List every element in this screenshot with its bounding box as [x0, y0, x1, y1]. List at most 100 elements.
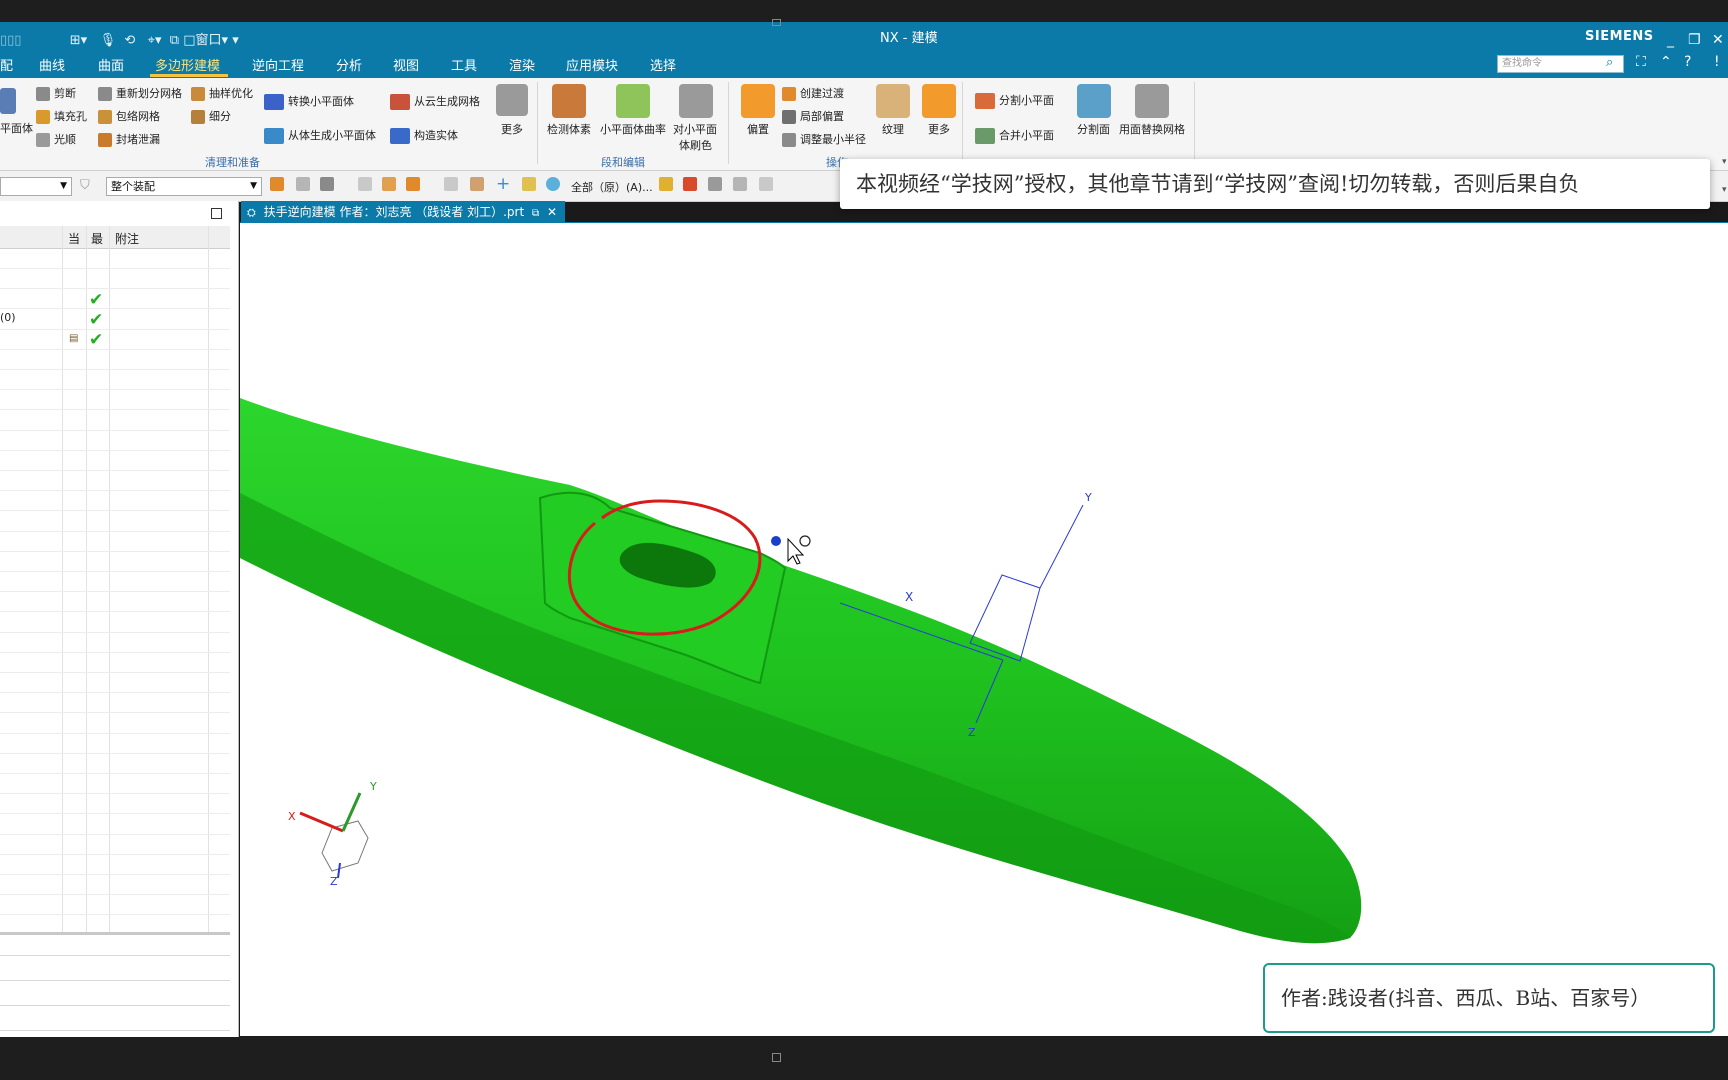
snap-icon[interactable]: ⌖▾: [148, 33, 162, 48]
ribbon-fill-hole[interactable]: 填充孔: [36, 108, 87, 124]
detach-tab-icon[interactable]: ⧉: [532, 208, 539, 219]
fill-hole-label: 填充孔: [54, 110, 87, 123]
select-body-icon[interactable]: [270, 177, 284, 191]
tab-view[interactable]: 视图: [393, 55, 419, 74]
alert-icon[interactable]: !: [1714, 54, 1720, 70]
ribbon-facet-from-body[interactable]: 从体生成小平面体: [264, 127, 376, 144]
snap-dot-empty: [799, 535, 811, 547]
document-tab[interactable]: ⛭ 扶手逆向建模 作者：刘志亮 （践设者 刘工）.prt ⧉ ✕: [241, 201, 565, 223]
csys-y-label: Y: [1084, 491, 1092, 504]
graphics-viewport[interactable]: Y X Z X Y Z: [240, 223, 1728, 1036]
select-region-icon[interactable]: [406, 177, 420, 191]
tab-reverse-engineering[interactable]: 逆向工程: [252, 55, 304, 74]
ribbon-sample-optimize[interactable]: 抽样优化: [191, 85, 253, 101]
subdivide-label: 细分: [209, 110, 231, 123]
close-tab-icon[interactable]: ✕: [547, 205, 557, 219]
tab-curve[interactable]: 曲线: [39, 55, 65, 74]
close-button[interactable]: ✕: [1712, 32, 1724, 48]
ribbon-facet-paint[interactable]: 对小平面: [673, 121, 717, 137]
snap-mesh-icon[interactable]: [733, 177, 747, 191]
snap-edge-icon[interactable]: [683, 177, 697, 191]
ribbon-more-1[interactable]: 更多: [501, 121, 523, 137]
tab-render[interactable]: 渲染: [509, 55, 535, 74]
scope-select[interactable]: 整个装配 ▼: [106, 177, 262, 196]
copy-window-icon[interactable]: ⧉: [170, 33, 179, 48]
ribbon-offset[interactable]: 偏置: [747, 121, 769, 137]
tab-select[interactable]: 选择: [650, 55, 676, 74]
ribbon-smooth[interactable]: 光顺: [36, 131, 76, 147]
snap-extra-icon[interactable]: [759, 177, 773, 191]
minimize-button[interactable]: _: [1667, 32, 1674, 48]
snap-cursor-icon[interactable]: [659, 177, 673, 191]
ribbon-overflow-icon[interactable]: ▾: [1722, 157, 1727, 167]
angle-icon[interactable]: [522, 177, 536, 191]
box-select-icon[interactable]: [444, 177, 458, 191]
filter-icon[interactable]: ⛉: [80, 178, 90, 193]
ribbon-split-facet[interactable]: 分割小平面: [975, 92, 1054, 109]
tab-application[interactable]: 应用模块: [566, 55, 618, 74]
column-latest[interactable]: 最: [91, 230, 103, 247]
maximize-panel-icon[interactable]: [211, 208, 222, 219]
ribbon-subdivide[interactable]: 细分: [191, 108, 231, 124]
ribbon-facet-curvature[interactable]: 小平面体曲率: [600, 121, 666, 137]
select-feature-icon[interactable]: [296, 177, 310, 191]
customize-icon[interactable]: ▾: [232, 33, 239, 48]
search-icon[interactable]: ⌕: [1606, 55, 1613, 70]
ribbon-trim[interactable]: 剪断: [36, 85, 76, 101]
selection-filter-icon[interactable]: [320, 177, 334, 191]
selection-scope-text[interactable]: 全部（原）(A)...: [571, 179, 653, 195]
fullscreen-icon[interactable]: ⛶: [1636, 54, 1646, 70]
snap-point-icon[interactable]: [358, 177, 372, 191]
cube-select-icon[interactable]: [470, 177, 484, 191]
column-divider: [86, 226, 87, 932]
snap-grid-icon[interactable]: [708, 177, 722, 191]
active-tab-indicator: [150, 74, 228, 77]
ribbon-detect-voxel[interactable]: 检测体素: [547, 121, 591, 137]
circle-select-icon[interactable]: [546, 177, 560, 191]
split-facet-label: 分割小平面: [999, 94, 1054, 107]
quick-access-toolbar[interactable]: ▯▯▯ ⊞▾ 🎙 ⟲ ⌖▾ ⧉ □窗口▾ ▾: [0, 29, 239, 48]
ribbon-seal-leak[interactable]: 封堵泄漏: [98, 131, 160, 147]
ribbon-convert-facet[interactable]: 转换小平面体: [264, 93, 354, 110]
ribbon-replace-mesh[interactable]: 用面替换网格: [1119, 121, 1185, 137]
panel-splitter[interactable]: [0, 932, 230, 935]
sync-icon[interactable]: ⟲: [124, 33, 135, 48]
column-current[interactable]: 当: [68, 230, 80, 247]
microphone-icon[interactable]: 🎙: [100, 33, 117, 48]
resize-handle-icon[interactable]: [772, 1053, 781, 1062]
help-icon[interactable]: ?: [1684, 54, 1691, 70]
command-search-input[interactable]: 查找命令: [1497, 55, 1624, 73]
ribbon-merge-facet[interactable]: 合并小平面: [975, 127, 1054, 144]
select-face-icon[interactable]: [382, 177, 396, 191]
ribbon-facet-paint-line2: 体刷色: [679, 139, 712, 152]
add-point-icon[interactable]: +: [496, 174, 510, 194]
handle-mesh-model[interactable]: [240, 398, 1362, 944]
navigator-row-line: [0, 510, 230, 511]
tab-polygon-modeling[interactable]: 多边形建模: [155, 55, 220, 74]
ribbon-split-face[interactable]: 分割面: [1077, 121, 1110, 137]
type-filter-select[interactable]: ▼: [0, 177, 72, 196]
tab-assembly[interactable]: 配: [0, 55, 13, 74]
ribbon-adjust-radius[interactable]: 调整最小半径: [782, 131, 866, 147]
ribbon-construct-solid[interactable]: 构造实体: [390, 127, 458, 144]
toolbar-overflow-icon[interactable]: ▾: [1722, 185, 1727, 195]
collapse-ribbon-icon[interactable]: ⌃: [1660, 54, 1672, 70]
tab-analysis[interactable]: 分析: [336, 55, 362, 74]
tab-tools[interactable]: 工具: [451, 55, 477, 74]
ribbon-facet-body[interactable]: 平面体: [0, 120, 33, 136]
ribbon-wrap-mesh[interactable]: 包络网格: [98, 108, 160, 124]
viewport-canvas[interactable]: Y X Z X Y Z: [240, 223, 1728, 1036]
ribbon-local-offset[interactable]: 局部偏置: [782, 108, 844, 124]
ribbon-remesh[interactable]: 重新划分网格: [98, 85, 182, 101]
ribbon-more-2[interactable]: 更多: [928, 121, 950, 137]
ribbon-separator: [1194, 82, 1195, 164]
ribbon-mesh-from-cloud[interactable]: 从云生成网格: [390, 93, 480, 110]
ribbon-create-blend[interactable]: 创建过渡: [782, 85, 844, 101]
restore-button[interactable]: ❐: [1688, 32, 1701, 48]
navigator-row-line: [0, 430, 230, 431]
ribbon-texture[interactable]: 纹理: [882, 121, 904, 137]
resize-handle-icon[interactable]: [772, 19, 781, 26]
column-notes[interactable]: 附注: [115, 230, 139, 247]
window-menu[interactable]: □窗口▾: [183, 33, 228, 48]
tab-surface[interactable]: 曲面: [98, 55, 124, 74]
